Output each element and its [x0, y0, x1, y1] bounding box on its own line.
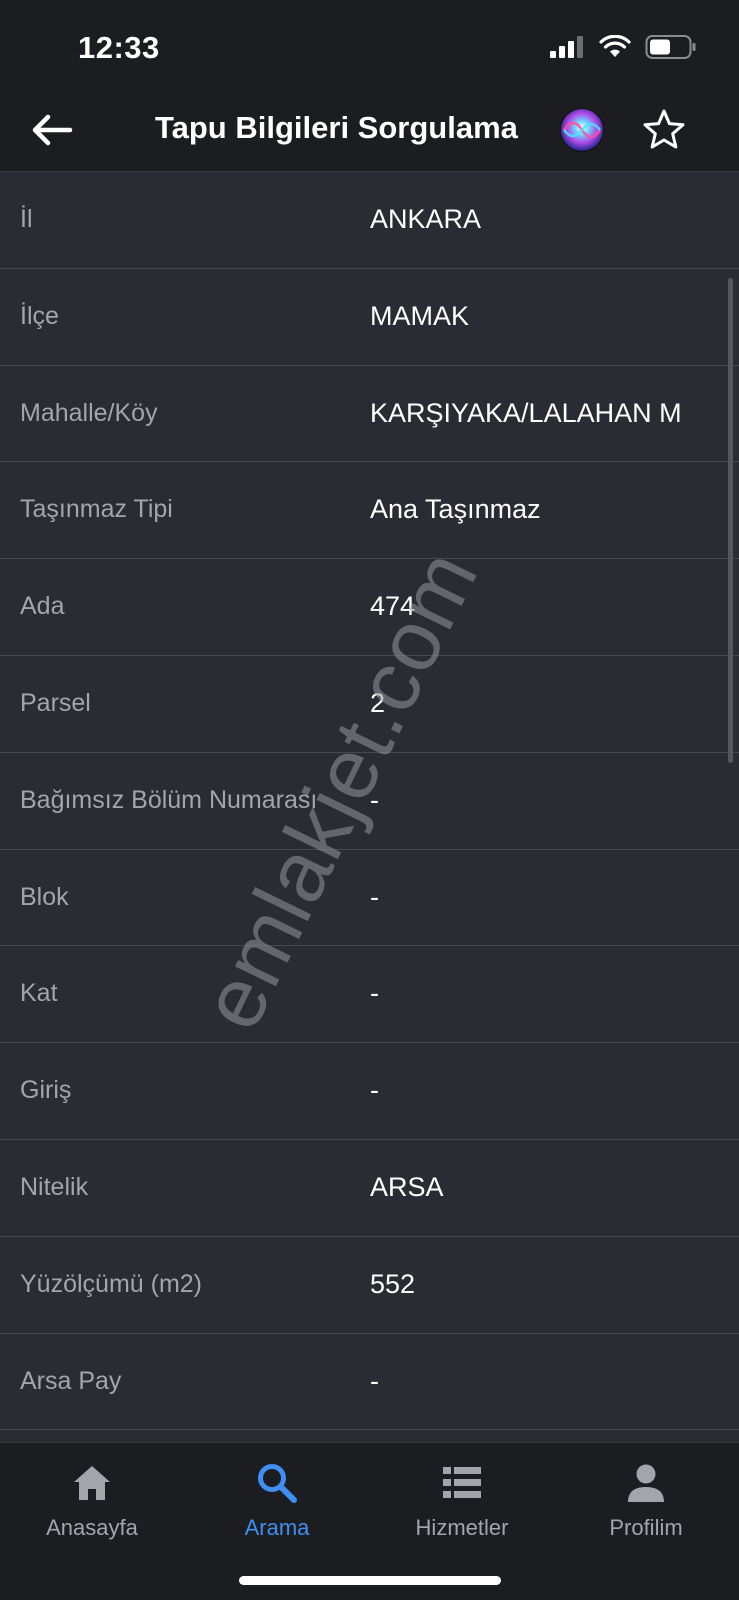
tab-label: Hizmetler: [415, 1515, 509, 1540]
row-arsa-pay: Arsa Pay -: [0, 1334, 739, 1431]
status-time: 12:33: [78, 30, 160, 65]
status-bar: 12:33: [0, 0, 739, 90]
row-label: İl: [20, 205, 33, 233]
row-value: MAMAK: [370, 300, 470, 331]
nav-bar: Tapu Bilgileri Sorgulama: [0, 90, 739, 172]
row-value: -: [370, 978, 379, 1009]
row-bagimsiz-bolum: Bağımsız Bölüm Numarası -: [0, 753, 739, 850]
tab-hizmetler[interactable]: Hizmetler: [382, 1457, 542, 1547]
tab-label: Profilim: [609, 1515, 683, 1540]
tapu-info-list[interactable]: İl ANKARA İlçe MAMAK Mahalle/Köy KARŞIYA…: [0, 172, 739, 1442]
row-mahalle: Mahalle/Köy KARŞIYAKA/LALAHAN M: [0, 366, 739, 463]
row-label: Taşınmaz Tipi: [20, 495, 173, 524]
row-label: Mahalle/Köy: [20, 398, 158, 427]
row-giris: Giriş -: [0, 1043, 739, 1140]
row-label: Blok: [20, 882, 69, 911]
wifi-icon: [599, 35, 631, 57]
tab-profilim[interactable]: Profilim: [566, 1457, 726, 1547]
page-title: Tapu Bilgileri Sorgulama: [155, 110, 518, 145]
siri-icon[interactable]: [558, 106, 606, 154]
row-value: KARŞIYAKA/LALAHAN M: [370, 397, 682, 428]
row-label: Ada: [20, 592, 65, 621]
scrollbar[interactable]: [728, 278, 733, 763]
row-label: Giriş: [20, 1076, 72, 1105]
row-nitelik: Nitelik ARSA: [0, 1140, 739, 1237]
person-icon: [624, 1461, 668, 1505]
row-value: 2: [370, 687, 386, 718]
row-yuzolcumu: Yüzölçümü (m2) 552: [0, 1237, 739, 1334]
list-icon: [440, 1461, 484, 1505]
tab-label: Anasayfa: [46, 1515, 138, 1540]
row-il: İl ANKARA: [0, 172, 739, 269]
row-parsel: Parsel 2: [0, 656, 739, 753]
row-label: Arsa Pay: [20, 1366, 122, 1395]
row-blok: Blok -: [0, 850, 739, 947]
arrow-left-icon: [32, 114, 73, 146]
row-label: İlçe: [20, 301, 59, 330]
star-icon: [643, 109, 685, 149]
row-label: Parsel: [20, 688, 91, 717]
row-ilce: İlçe MAMAK: [0, 269, 739, 366]
row-value: -: [370, 1365, 379, 1396]
row-label: Yüzölçümü (m2): [20, 1269, 202, 1298]
row-label: Nitelik: [20, 1172, 89, 1201]
signal-icon: [550, 36, 583, 58]
battery-icon: [645, 35, 696, 59]
row-value: -: [370, 1075, 379, 1106]
search-icon: [255, 1461, 299, 1505]
row-ada: Ada 474: [0, 559, 739, 656]
tapu-screen: 12:33 Tapu Bilgileri Sorgulama İl ANKARA…: [0, 0, 739, 1600]
row-value: Ana Taşınmaz: [370, 494, 541, 525]
row-tasinmaz-tipi: Taşınmaz Tipi Ana Taşınmaz: [0, 462, 739, 560]
tab-arama[interactable]: Arama: [197, 1457, 357, 1547]
home-icon: [70, 1461, 114, 1505]
row-value: 474: [370, 591, 416, 622]
status-icons: [549, 34, 697, 60]
row-kat: Kat -: [0, 946, 739, 1044]
row-label: Kat: [20, 979, 58, 1008]
row-label: Bağımsız Bölüm Numarası: [20, 785, 318, 814]
row-value: -: [370, 881, 379, 912]
back-button[interactable]: [28, 108, 76, 152]
tab-label: Arama: [244, 1515, 310, 1540]
row-value: ARSA: [370, 1171, 444, 1202]
row-value: -: [370, 784, 379, 815]
home-indicator[interactable]: [239, 1576, 501, 1585]
row-value: 552: [370, 1268, 416, 1299]
favorite-button[interactable]: [640, 106, 688, 154]
tab-anasayfa[interactable]: Anasayfa: [12, 1457, 172, 1547]
row-value: ANKARA: [370, 204, 482, 234]
